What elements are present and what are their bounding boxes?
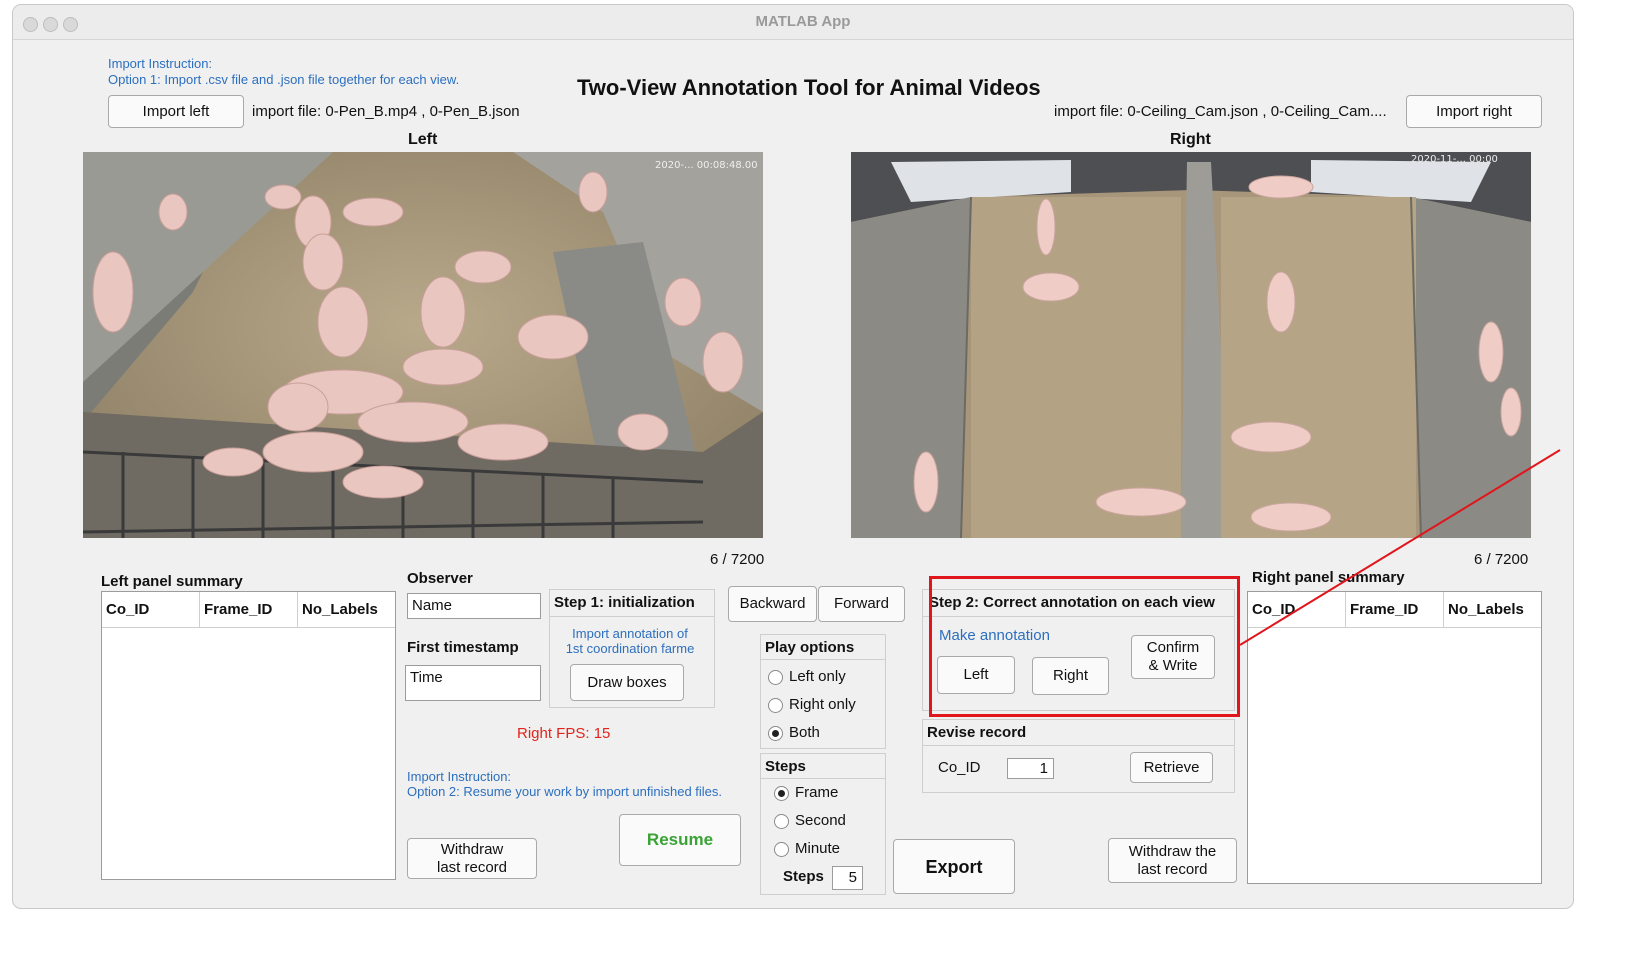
step1-hint-line1: Import annotation of — [572, 626, 688, 641]
column-header[interactable]: Co_ID — [102, 592, 200, 628]
observer-label: Observer — [407, 570, 473, 587]
play-option-right-only[interactable]: Right only — [768, 696, 878, 716]
right-import-file-text: import file: 0-Ceiling_Cam.json , 0-Ceil… — [1054, 103, 1387, 120]
withdraw-line1: Withdraw — [440, 840, 504, 858]
radio-label: Minute — [795, 840, 841, 857]
radio-button[interactable] — [774, 814, 789, 829]
play-options-title: Play options — [765, 639, 855, 656]
withdraw-last-record-button[interactable]: Withdraw last record — [407, 838, 537, 879]
first-timestamp-label: First timestamp — [407, 639, 519, 656]
backward-button[interactable]: Backward — [728, 586, 817, 622]
first-timestamp-field[interactable]: Time — [405, 665, 541, 701]
radio-label: Frame — [795, 784, 839, 801]
right-view-title: Right — [1170, 131, 1211, 148]
radio-button[interactable] — [774, 842, 789, 857]
forward-button[interactable]: Forward — [818, 586, 905, 622]
divider — [761, 778, 885, 779]
highlight-pointer-line — [1239, 449, 1561, 646]
withdraw-the-last-record-button[interactable]: Withdraw the last record — [1108, 838, 1237, 883]
withdraw-record-line2: last record — [1137, 860, 1208, 878]
left-summary-table[interactable]: Co_ID Frame_ID No_Labels — [101, 591, 396, 880]
app-title: Two-View Annotation Tool for Animal Vide… — [577, 75, 1041, 100]
right-fps-text: Right FPS: 15 — [517, 725, 611, 742]
import-instruction-2-label: Import Instruction: — [407, 769, 512, 784]
co-id-field[interactable]: 1 — [1007, 758, 1054, 779]
radio-button[interactable] — [768, 670, 783, 685]
radio-label: Right only — [789, 696, 856, 713]
left-video-timestamp: 2020-... 00:08:48.00 — [655, 160, 758, 171]
highlight-box — [929, 576, 1240, 717]
import-left-button[interactable]: Import left — [108, 95, 244, 128]
import-option2-text: Option 2: Resume your work by import unf… — [407, 784, 723, 799]
radio-label: Left only — [789, 668, 846, 685]
play-option-left-only[interactable]: Left only — [768, 668, 878, 688]
import-option1-text: Option 1: Import .csv file and .json fil… — [108, 72, 460, 87]
column-header[interactable]: No_Labels — [298, 592, 395, 628]
export-button[interactable]: Export — [893, 839, 1015, 894]
left-frame-counter: 6 / 7200 — [710, 551, 765, 568]
steps-count-field[interactable]: 5 — [832, 866, 863, 890]
steps-count-label: Steps — [783, 868, 824, 885]
left-summary-title: Left panel summary — [101, 573, 243, 590]
radio-button-selected[interactable] — [768, 726, 783, 741]
radio-button-selected[interactable] — [774, 786, 789, 801]
observer-name-field[interactable]: Name — [407, 593, 541, 619]
import-right-button[interactable]: Import right — [1406, 95, 1542, 128]
play-option-both[interactable]: Both — [768, 724, 878, 744]
withdraw-line2: last record — [436, 858, 508, 876]
left-video-frame[interactable]: 2020-... 00:08:48.00 — [83, 152, 763, 538]
revise-record-title: Revise record — [927, 724, 1027, 741]
radio-label: Second — [795, 812, 846, 829]
step1-hint-line2: 1st coordination farme — [565, 641, 695, 656]
divider — [923, 745, 1234, 746]
withdraw-record-line1: Withdraw the — [1128, 842, 1217, 860]
column-header[interactable]: Frame_ID — [200, 592, 298, 628]
import-instruction-label: Import Instruction: — [108, 56, 213, 71]
draw-boxes-button[interactable]: Draw boxes — [570, 664, 684, 701]
step-option-second[interactable]: Second — [774, 812, 874, 832]
step-option-frame[interactable]: Frame — [774, 784, 874, 804]
title-bar: MATLAB App — [13, 5, 1573, 40]
left-view-title: Left — [408, 131, 438, 148]
step1-title: Step 1: initialization — [554, 594, 695, 611]
radio-button[interactable] — [768, 698, 783, 713]
divider — [761, 659, 885, 660]
left-import-file-text: import file: 0-Pen_B.mp4 , 0-Pen_B.json — [252, 103, 520, 120]
steps-title: Steps — [765, 758, 806, 775]
radio-label: Both — [789, 724, 820, 741]
divider — [550, 616, 714, 617]
retrieve-button[interactable]: Retrieve — [1130, 752, 1213, 783]
resume-button[interactable]: Resume — [619, 814, 741, 866]
step-option-minute[interactable]: Minute — [774, 840, 874, 860]
co-id-label: Co_ID — [938, 759, 981, 776]
right-video-timestamp: 2020-11-... 00:00 — [1411, 154, 1498, 165]
window-title: MATLAB App — [755, 13, 851, 30]
